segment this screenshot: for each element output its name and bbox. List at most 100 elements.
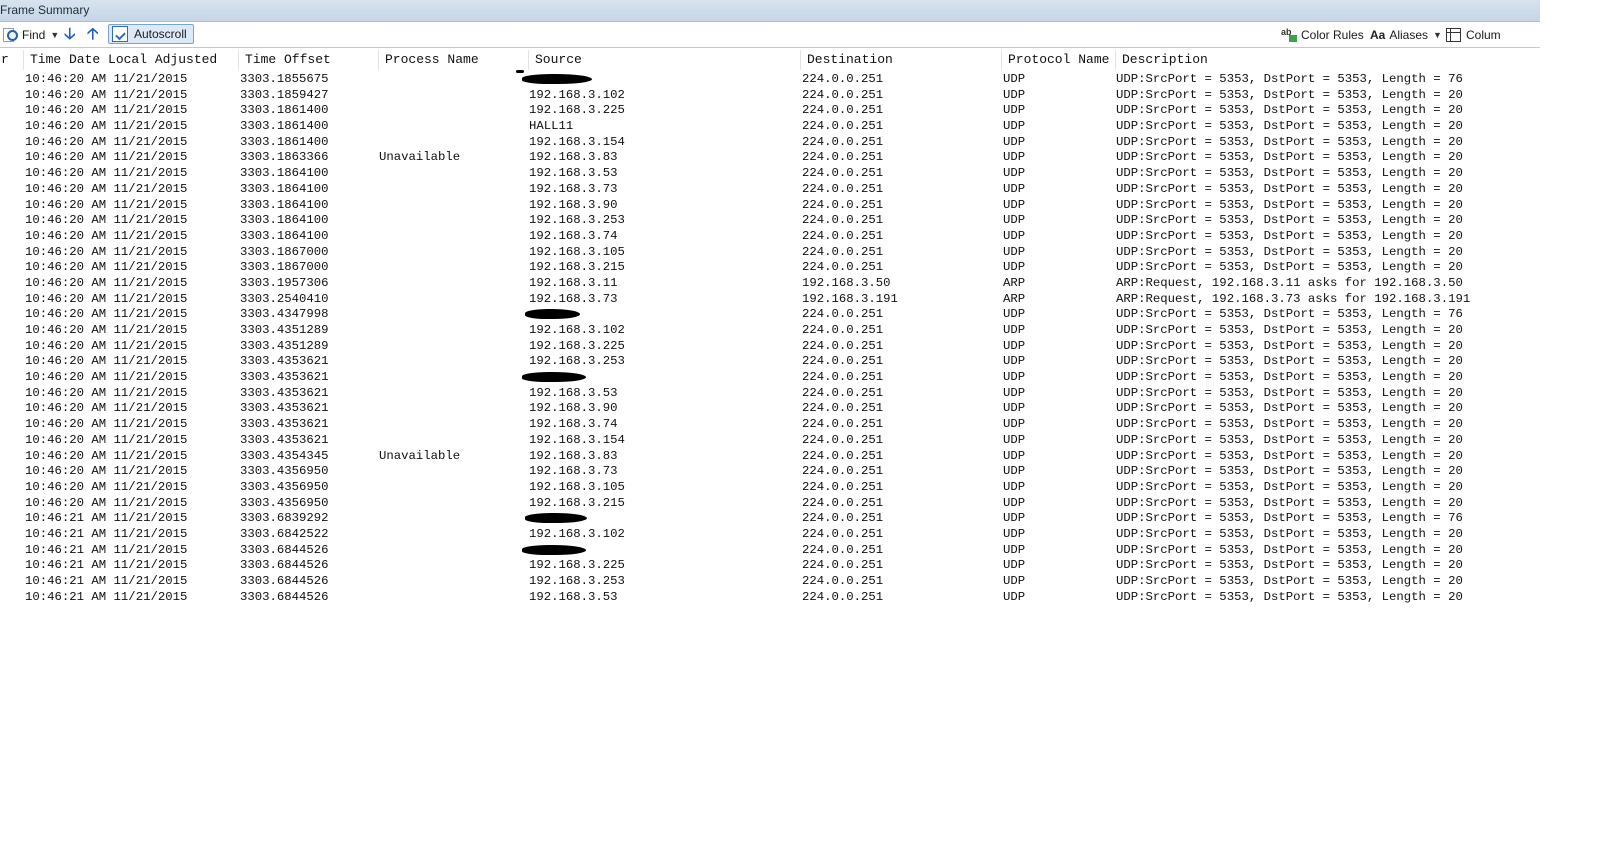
cell-source: 192.168.3.105	[529, 244, 625, 259]
cell-time: 10:46:21 AM 11/21/2015	[25, 558, 188, 573]
cell-source: 192.168.3.225	[529, 558, 625, 573]
cell-source: 192.168.3.225	[529, 338, 625, 353]
table-row[interactable]: 10:46:20 AM 11/21/2015 3303.4356950 192.16…	[0, 496, 1540, 512]
table-row[interactable]: 10:46:20 AM 11/21/2015 3303.4353621 192.16…	[0, 386, 1540, 402]
redacted-source-mark	[522, 544, 586, 555]
cell-source: 192.168.3.53	[529, 166, 618, 181]
columns-button[interactable]: Colum	[1446, 25, 1501, 44]
cell-protocol: UDP	[1003, 574, 1026, 588]
column-header-number[interactable]: r	[0, 50, 23, 70]
table-row[interactable]: 10:46:20 AM 11/21/2015 3303.1863366 Unavai…	[0, 150, 1540, 166]
cell-protocol: UDP	[1003, 432, 1026, 447]
cell-time-offset: 3303.1867000	[240, 260, 329, 275]
table-row[interactable]: 10:46:20 AM 11/21/2015 3303.1867000 192.16…	[0, 260, 1540, 276]
table-row[interactable]: 10:46:20 AM 11/21/2015 3303.1864100 192.16…	[0, 198, 1540, 214]
autoscroll-label: Autoscroll	[134, 27, 187, 41]
find-icon	[2, 27, 18, 43]
columns-label: Colum	[1466, 27, 1501, 42]
cell-time-offset: 3303.6844526	[240, 574, 329, 588]
cell-destination: 224.0.0.251	[802, 260, 884, 275]
cell-destination: 224.0.0.251	[802, 72, 884, 86]
cell-time-offset: 3303.1867000	[240, 244, 329, 259]
cell-protocol: UDP	[1003, 589, 1026, 604]
cell-protocol: UDP	[1003, 87, 1026, 102]
table-row[interactable]: 10:46:20 AM 11/21/2015 3303.2540410 192.16…	[0, 292, 1540, 308]
cell-time-offset: 3303.4353621	[240, 417, 329, 432]
column-header-protocol-name[interactable]: Protocol Name	[1001, 50, 1115, 70]
cell-time: 10:46:20 AM 11/21/2015	[25, 197, 188, 212]
color-rules-button[interactable]: ab Color Rules	[1281, 25, 1364, 44]
find-button[interactable]: Find ▼	[2, 25, 59, 44]
cell-time-offset: 3303.4353621	[240, 354, 329, 369]
table-row[interactable]: 10:46:20 AM 11/21/2015 3303.4353621 192.16…	[0, 417, 1540, 433]
cell-process-name: Unavailable	[379, 448, 461, 463]
cell-description: ARP:Request, 192.168.3.11 asks for 192.1…	[1116, 275, 1463, 290]
table-row[interactable]: 10:46:20 AM 11/21/2015 3303.1864100 192.16…	[0, 166, 1540, 182]
cell-time: 10:46:20 AM 11/21/2015	[25, 370, 188, 385]
redacted-source-mark	[525, 513, 587, 524]
cell-protocol: UDP	[1003, 134, 1026, 149]
table-row[interactable]: 10:46:20 AM 11/21/2015 3303.1861400 HALL11…	[0, 119, 1540, 135]
table-row[interactable]: 10:46:20 AM 11/21/2015 3303.4356950 192.16…	[0, 480, 1540, 496]
cell-protocol: UDP	[1003, 417, 1026, 432]
table-row[interactable]: 10:46:20 AM 11/21/2015 3303.1957306 192.16…	[0, 276, 1540, 292]
table-row[interactable]: 10:46:20 AM 11/21/2015 3303.4353621 224.0.…	[0, 370, 1540, 386]
table-row[interactable]: 10:46:21 AM 11/21/2015 3303.6844526 192.16…	[0, 558, 1540, 574]
cell-time-offset: 3303.4356950	[240, 464, 329, 479]
cell-protocol: UDP	[1003, 511, 1026, 526]
cell-destination: 224.0.0.251	[802, 150, 884, 165]
column-header-description[interactable]: Description	[1115, 50, 1540, 70]
column-header-destination[interactable]: Destination	[800, 50, 1001, 70]
cell-destination: 224.0.0.251	[802, 401, 884, 416]
table-row[interactable]: 10:46:20 AM 11/21/2015 3303.1864100 192.16…	[0, 213, 1540, 229]
cell-time: 10:46:20 AM 11/21/2015	[25, 307, 188, 322]
autoscroll-toggle[interactable]: Autoscroll	[108, 24, 194, 44]
cell-destination: 224.0.0.251	[802, 495, 884, 510]
table-row[interactable]: 10:46:20 AM 11/21/2015 3303.1859427 192.16…	[0, 88, 1540, 104]
table-row[interactable]: 10:46:20 AM 11/21/2015 3303.1864100 192.16…	[0, 182, 1540, 198]
table-row[interactable]: 10:46:21 AM 11/21/2015 3303.6844526 224.0.…	[0, 543, 1540, 559]
table-row[interactable]: 10:46:20 AM 11/21/2015 3303.1864100 192.16…	[0, 229, 1540, 245]
cell-time: 10:46:20 AM 11/21/2015	[25, 119, 188, 134]
table-row[interactable]: 10:46:20 AM 11/21/2015 3303.4356950 192.16…	[0, 464, 1540, 480]
cell-protocol: UDP	[1003, 213, 1026, 228]
next-frame-button[interactable]: 🡣	[64, 25, 76, 44]
cell-time-offset: 3303.4356950	[240, 479, 329, 494]
column-header-time-offset[interactable]: Time Offset	[238, 50, 378, 70]
cell-time-offset: 3303.6844526	[240, 558, 329, 573]
table-row[interactable]: 10:46:20 AM 11/21/2015 3303.1861400 192.16…	[0, 103, 1540, 119]
cell-description: UDP:SrcPort = 5353, DstPort = 5353, Leng…	[1116, 119, 1463, 134]
table-row[interactable]: 10:46:20 AM 11/21/2015 3303.4351289 192.16…	[0, 323, 1540, 339]
cell-time-offset: 3303.1864100	[240, 228, 329, 243]
cell-source: 192.168.3.102	[529, 526, 625, 541]
cell-protocol: ARP	[1003, 275, 1026, 290]
column-header-process-name[interactable]: Process Name	[378, 50, 528, 70]
table-row[interactable]: 10:46:21 AM 11/21/2015 3303.6844526 192.16…	[0, 590, 1540, 606]
cell-time: 10:46:20 AM 11/21/2015	[25, 166, 188, 181]
table-row[interactable]: 10:46:21 AM 11/21/2015 3303.6844526 192.16…	[0, 574, 1540, 590]
table-row[interactable]: 10:46:21 AM 11/21/2015 3303.6839292 224.0.…	[0, 511, 1540, 527]
cell-destination: 224.0.0.251	[802, 526, 884, 541]
cell-source: HALL11	[529, 119, 574, 134]
table-row[interactable]: 10:46:20 AM 11/21/2015 3303.4351289 192.16…	[0, 339, 1540, 355]
table-row[interactable]: 10:46:20 AM 11/21/2015 3303.1855675 224.0.…	[0, 70, 1540, 88]
aliases-button[interactable]: Aa Aliases ▼	[1370, 25, 1442, 44]
table-row[interactable]: 10:46:20 AM 11/21/2015 3303.4347998 224.0.…	[0, 307, 1540, 323]
table-row[interactable]: 10:46:20 AM 11/21/2015 3303.1867000 192.16…	[0, 245, 1540, 261]
cell-source: 192.168.3.90	[529, 401, 618, 416]
cell-source: 192.168.3.53	[529, 589, 618, 604]
table-row[interactable]: 10:46:20 AM 11/21/2015 3303.4353621 192.16…	[0, 401, 1540, 417]
cell-time-offset: 3303.1864100	[240, 213, 329, 228]
previous-frame-button[interactable]: 🡡	[87, 25, 99, 44]
cell-source: 192.168.3.74	[529, 417, 618, 432]
cell-time-offset: 3303.6842522	[240, 526, 329, 541]
cell-protocol: UDP	[1003, 166, 1026, 181]
cell-time: 10:46:20 AM 11/21/2015	[25, 213, 188, 228]
column-header-source[interactable]: Source	[528, 50, 800, 70]
table-row[interactable]: 10:46:20 AM 11/21/2015 3303.1861400 192.16…	[0, 135, 1540, 151]
table-row[interactable]: 10:46:20 AM 11/21/2015 3303.4353621 192.16…	[0, 354, 1540, 370]
table-row[interactable]: 10:46:20 AM 11/21/2015 3303.4354345 Unavai…	[0, 449, 1540, 465]
column-header-time[interactable]: Time Date Local Adjusted	[23, 50, 238, 70]
table-row[interactable]: 10:46:20 AM 11/21/2015 3303.4353621 192.16…	[0, 433, 1540, 449]
table-row[interactable]: 10:46:21 AM 11/21/2015 3303.6842522 192.16…	[0, 527, 1540, 543]
